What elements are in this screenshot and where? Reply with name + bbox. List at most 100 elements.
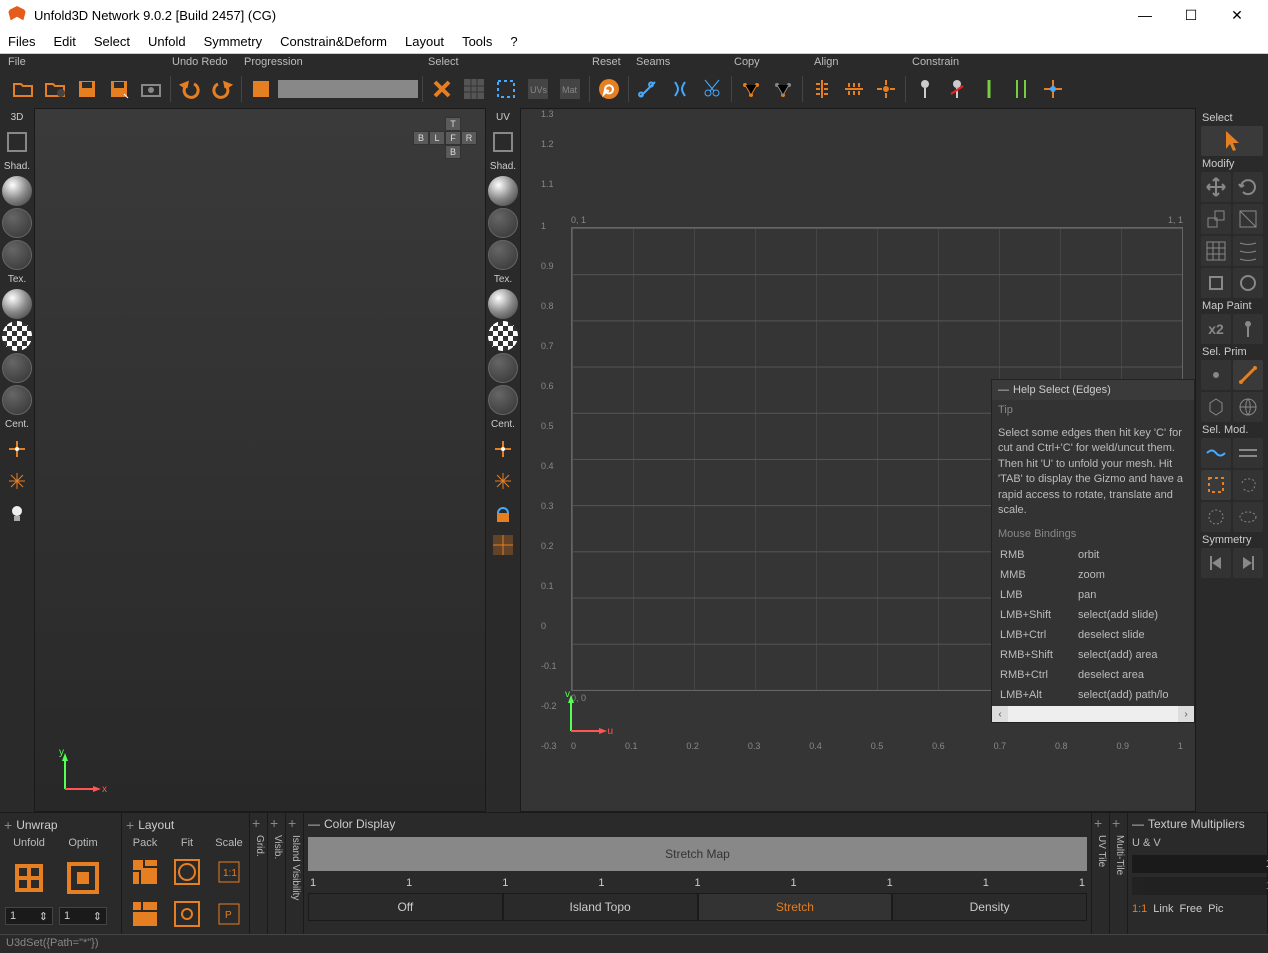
- grid-mod-icon[interactable]: [1201, 236, 1231, 266]
- menu-unfold[interactable]: Unfold: [148, 34, 186, 49]
- align-v-icon[interactable]: [839, 74, 869, 104]
- paste-uv-icon[interactable]: [768, 74, 798, 104]
- collapse-icon[interactable]: —: [1132, 817, 1144, 831]
- fit1-button[interactable]: [168, 853, 206, 891]
- ring-mod-icon[interactable]: [1233, 438, 1263, 468]
- pin-icon[interactable]: [910, 74, 940, 104]
- uv-cent2-icon[interactable]: [488, 466, 518, 496]
- plus-icon[interactable]: +: [1094, 815, 1102, 831]
- tex-free-button[interactable]: Free: [1179, 903, 1202, 915]
- tex-pic-button[interactable]: Pic: [1208, 903, 1223, 915]
- save-as-icon[interactable]: [104, 74, 134, 104]
- collapse-icon[interactable]: —: [308, 817, 320, 831]
- unfold-spinner[interactable]: 1⇕: [5, 907, 53, 925]
- tab-off[interactable]: Off: [308, 893, 503, 921]
- 3d-shaded-icon[interactable]: [2, 176, 32, 206]
- multi-tile-label[interactable]: Multi-Tile: [1112, 831, 1127, 879]
- tex-u-input[interactable]: [1132, 855, 1268, 873]
- uv-checker-icon[interactable]: [488, 321, 518, 351]
- select-element-icon[interactable]: [491, 74, 521, 104]
- 3d-tex3-icon[interactable]: [2, 353, 32, 383]
- plus-icon[interactable]: +: [4, 817, 12, 833]
- plus-icon[interactable]: +: [126, 817, 134, 833]
- scale2-button[interactable]: P: [210, 895, 248, 933]
- sym-next-icon[interactable]: [1233, 548, 1263, 578]
- screenshot-icon[interactable]: [136, 74, 166, 104]
- 3d-checker-icon[interactable]: [2, 321, 32, 351]
- plus-icon[interactable]: +: [288, 815, 296, 831]
- tab-island-topo[interactable]: Island Topo: [503, 893, 698, 921]
- align-center-icon[interactable]: [871, 74, 901, 104]
- sym-prev-icon[interactable]: [1201, 548, 1231, 578]
- tab-stretch[interactable]: Stretch: [698, 893, 893, 921]
- loop-mod-icon[interactable]: [1201, 438, 1231, 468]
- 3d-wire-icon[interactable]: [2, 208, 32, 238]
- menu-help[interactable]: ?: [510, 34, 517, 49]
- scale1-button[interactable]: 1:1: [210, 853, 248, 891]
- redo-icon[interactable]: [207, 74, 237, 104]
- uv-tile-label[interactable]: UV Tile: [1094, 831, 1109, 871]
- 3d-cent1-icon[interactable]: [2, 434, 32, 464]
- unfold-mod-icon[interactable]: [1201, 268, 1231, 298]
- relax-icon[interactable]: [1233, 268, 1263, 298]
- x2-button[interactable]: x2: [1201, 314, 1231, 344]
- 3d-cent2-icon[interactable]: [2, 466, 32, 496]
- align-h-icon[interactable]: [807, 74, 837, 104]
- menu-tools[interactable]: Tools: [462, 34, 492, 49]
- uv-viewport[interactable]: 1.31.2 1.11 0.90.8 0.70.6 0.50.4 0.30.2 …: [520, 108, 1196, 812]
- plus-icon[interactable]: +: [252, 815, 260, 831]
- constrain-2-icon[interactable]: [1006, 74, 1036, 104]
- open-recent-icon[interactable]: [40, 74, 70, 104]
- auto-cut-icon[interactable]: [697, 74, 727, 104]
- help-scrollbar[interactable]: ‹›: [992, 706, 1194, 722]
- tex-v-input[interactable]: [1132, 877, 1268, 895]
- select-uv-icon[interactable]: UVs: [523, 74, 553, 104]
- paint-icon[interactable]: [1233, 314, 1263, 344]
- optim-spinner[interactable]: 1⇕: [59, 907, 107, 925]
- uv-tex3-icon[interactable]: [488, 353, 518, 383]
- uv-lock-icon[interactable]: [488, 498, 518, 528]
- free-sel-icon[interactable]: [1233, 502, 1263, 532]
- nav-cube[interactable]: T BLFR B: [413, 117, 477, 159]
- 3d-frame-icon[interactable]: [2, 127, 32, 157]
- lasso-sel-icon[interactable]: [1233, 470, 1263, 500]
- island-prim-icon[interactable]: [1233, 392, 1263, 422]
- unpin-icon[interactable]: [942, 74, 972, 104]
- tab-density[interactable]: Density: [892, 893, 1087, 921]
- edge-prim-icon[interactable]: [1233, 360, 1263, 390]
- save-icon[interactable]: [72, 74, 102, 104]
- scale-icon[interactable]: [1201, 204, 1231, 234]
- collapse-icon[interactable]: —: [998, 384, 1009, 396]
- deselect-icon[interactable]: [427, 74, 457, 104]
- visib-label[interactable]: Visib.: [270, 831, 285, 863]
- uv-cent1-icon[interactable]: [488, 434, 518, 464]
- menu-select[interactable]: Select: [94, 34, 130, 49]
- 3d-viewport[interactable]: T BLFR B y x: [34, 108, 486, 812]
- face-prim-icon[interactable]: [1201, 392, 1231, 422]
- open-icon[interactable]: [8, 74, 38, 104]
- constrain-1-icon[interactable]: [974, 74, 1004, 104]
- island-vis-label[interactable]: Island Visibility: [288, 831, 303, 904]
- 3d-wire2-icon[interactable]: [2, 240, 32, 270]
- warp-icon[interactable]: [1233, 236, 1263, 266]
- rotate-icon[interactable]: [1233, 172, 1263, 202]
- uv-wire2-icon[interactable]: [488, 240, 518, 270]
- uv-grid-icon[interactable]: [488, 530, 518, 560]
- 3d-light-icon[interactable]: [2, 498, 32, 528]
- pack2-button[interactable]: [126, 895, 164, 933]
- select-mat-icon[interactable]: Mat: [555, 74, 585, 104]
- 3d-tex4-icon[interactable]: [2, 385, 32, 415]
- plus-icon[interactable]: +: [1112, 815, 1120, 831]
- uv-wire-icon[interactable]: [488, 208, 518, 238]
- minimize-button[interactable]: —: [1122, 0, 1168, 30]
- cut-icon[interactable]: [633, 74, 663, 104]
- menu-edit[interactable]: Edit: [53, 34, 75, 49]
- select-grid-icon[interactable]: [459, 74, 489, 104]
- optim-button[interactable]: [58, 853, 108, 903]
- plus-icon[interactable]: +: [270, 815, 278, 831]
- tex-1-1-button[interactable]: 1:1: [1132, 903, 1147, 915]
- 3d-tex-white-icon[interactable]: [2, 289, 32, 319]
- copy-uv-icon[interactable]: [736, 74, 766, 104]
- rect-sel-icon[interactable]: [1201, 470, 1231, 500]
- stop-icon[interactable]: [246, 74, 276, 104]
